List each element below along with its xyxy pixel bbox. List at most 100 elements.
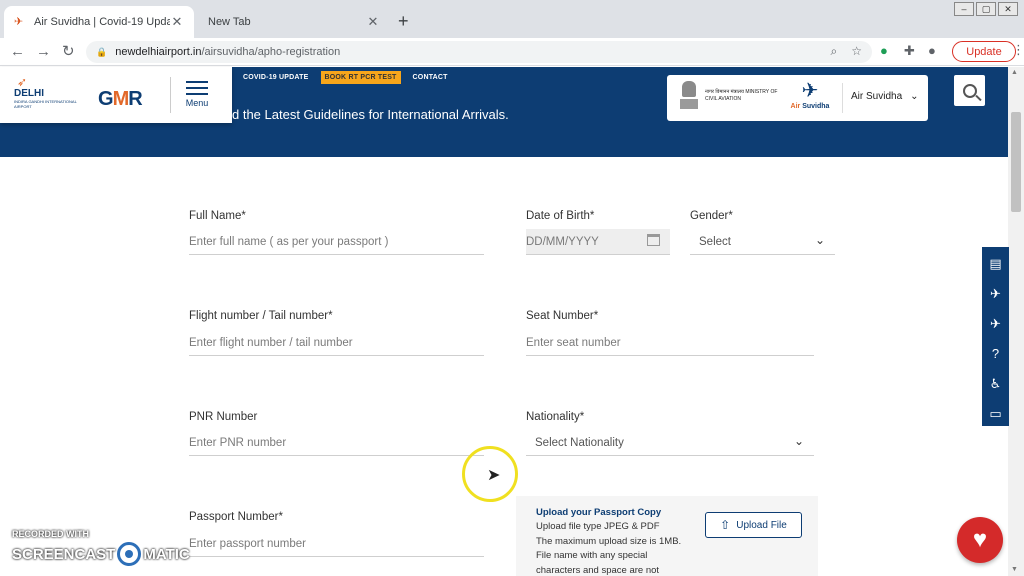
pnr-number-label: PNR Number (189, 411, 258, 423)
air-suvidha-plane-icon: ✈ (801, 80, 819, 102)
mouse-pointer-icon: ➤ (487, 467, 501, 484)
logo-card: ➶ DELHI INDIRA GANDHI INTERNATIONAL AIRP… (0, 67, 232, 123)
screencast-logo-icon (117, 542, 142, 566)
plane-departure-icon[interactable]: ✈ (982, 316, 1009, 332)
nationality-select[interactable]: Select Nationality ⌄ (526, 430, 814, 456)
upload-file-label: Upload File (736, 519, 787, 531)
portal-select[interactable]: Air Suvidha ⌄ (851, 91, 919, 102)
url-host: newdelhiairport.in (115, 46, 202, 58)
calendar-icon[interactable] (647, 234, 660, 246)
site-search-button[interactable] (954, 75, 985, 106)
url-path: /airsuvidha/apho-registration (201, 46, 341, 58)
nav-book-rt-pcr-test[interactable]: BOOK RT PCR TEST (320, 71, 401, 84)
gmr-logo[interactable]: GMR (98, 88, 143, 110)
full-name-input[interactable]: Enter full name ( as per your passport ) (189, 229, 484, 255)
dob-input[interactable]: DD/MM/YYYY (526, 229, 670, 255)
gender-label: Gender* (690, 210, 733, 222)
pnr-number-input[interactable]: Enter PNR number (189, 430, 484, 456)
back-arrow-icon[interactable]: ← (10, 43, 25, 61)
zoom-icon[interactable]: ⌕ (831, 44, 838, 59)
close-window-icon[interactable]: ✕ (998, 2, 1018, 16)
delhi-logo-word: DELHI (14, 88, 44, 99)
upload-info-line: Upload file type JPEG & PDF (536, 521, 660, 532)
upload-file-button[interactable]: ⇧ Upload File (705, 512, 802, 538)
page-headline: d the Latest Guidelines for Internationa… (232, 107, 509, 122)
browser-tabbar: ✈ Air Suvidha | Covid-19 Update | C ✕ Ne… (0, 0, 1024, 38)
delhi-logo-sub: INDIRA GANDHI INTERNATIONAL AIRPORT (14, 99, 77, 109)
screencast-watermark: SCREENCAST MATIC (12, 542, 190, 566)
reload-icon[interactable]: ↻ (62, 43, 75, 61)
watermark-right: MATIC (143, 545, 190, 563)
divider (842, 83, 843, 113)
gmr-logo-m: M (112, 88, 130, 110)
nationality-label: Nationality* (526, 411, 585, 423)
nav-contact[interactable]: CONTACT (413, 74, 448, 81)
dob-label: Date of Birth* (526, 210, 595, 222)
search-icon (962, 83, 977, 98)
address-bar[interactable]: 🔒 newdelhiairport.in/airsuvidha/apho-reg… (86, 41, 872, 63)
accessibility-icon[interactable]: ♿ (982, 376, 1009, 392)
delhi-airport-logo[interactable]: ➶ DELHI INDIRA GANDHI INTERNATIONAL AIRP… (14, 76, 84, 116)
seat-number-label: Seat Number* (526, 310, 599, 322)
passport-number-input[interactable]: Enter passport number (189, 531, 484, 557)
air-suvidha-logo-b: Suvidha (802, 103, 830, 110)
upload-info-line: The maximum upload size is 1MB. (536, 536, 682, 547)
gender-select[interactable]: Select ⌄ (690, 229, 835, 255)
nav-covid-update[interactable]: COVID-19 UPDATE (243, 74, 309, 81)
forward-arrow-icon[interactable]: → (36, 43, 51, 61)
close-tab-icon[interactable]: ✕ (366, 14, 380, 30)
seat-number-input[interactable]: Enter seat number (526, 330, 814, 356)
new-tab-button[interactable]: + (398, 12, 409, 30)
flight-number-label: Flight number / Tail number* (189, 310, 333, 322)
upload-info-line: characters and space are not (536, 565, 660, 576)
gender-value: Select (699, 235, 731, 248)
national-emblem-icon (679, 79, 699, 115)
air-suvidha-logo: ✈ Air Suvidha (787, 79, 833, 117)
window-controls: – ▢ ✕ (954, 2, 1018, 16)
document-icon[interactable]: ▤ (982, 256, 1009, 272)
browser-menu-icon[interactable]: ⋮ (1012, 42, 1024, 58)
passport-number-label: Passport Number* (189, 511, 283, 523)
close-tab-icon[interactable]: ✕ (170, 14, 184, 30)
scroll-thumb[interactable] (1011, 112, 1021, 212)
divider (170, 77, 171, 113)
site-favicon-icon: ✈ (14, 16, 24, 28)
extensions-puzzle-icon[interactable]: ✚ (904, 42, 915, 60)
ministry-text: नागर विमानन मंत्रालय MINISTRY OF CIVIL A… (705, 89, 778, 102)
portal-select-value: Air Suvidha (851, 91, 903, 102)
flight-number-input[interactable]: Enter flight number / tail number (189, 330, 484, 356)
gmr-logo-g: G (98, 88, 114, 110)
full-name-label: Full Name* (189, 210, 246, 222)
favorite-heart-button[interactable]: ♥ (957, 517, 1003, 563)
browser-update-button[interactable]: Update (952, 41, 1016, 62)
chat-icon[interactable]: ▭ (982, 406, 1009, 422)
grammarly-extension-icon[interactable]: ● (880, 42, 888, 60)
menu-button[interactable]: Menu (180, 81, 214, 108)
upload-title: Upload your Passport Copy (536, 507, 662, 518)
scroll-down-icon[interactable]: ▼ (1011, 566, 1018, 573)
tab-air-suvidha[interactable]: ✈ Air Suvidha | Covid-19 Update | C ✕ (4, 6, 194, 38)
upload-info-line: File name with any special (536, 550, 648, 561)
heart-icon: ♥ (972, 526, 988, 553)
top-nav: COVID-19 UPDATE BOOK RT PCR TEST CONTACT (243, 71, 448, 84)
browser-toolbar: ← → ↻ 🔒 newdelhiairport.in/airsuvidha/ap… (0, 38, 1024, 66)
chevron-down-icon: ⌄ (793, 434, 804, 448)
dob-placeholder: DD/MM/YYYY (526, 235, 599, 248)
ministry-card: नागर विमानन मंत्रालय MINISTRY OF CIVIL A… (667, 75, 928, 121)
gmr-logo-r: R (128, 88, 142, 110)
profile-avatar-icon[interactable]: ● (928, 42, 936, 60)
scroll-up-icon[interactable]: ▲ (1011, 69, 1018, 76)
help-icon[interactable]: ? (982, 346, 1009, 362)
hamburger-icon (186, 81, 208, 95)
chevron-down-icon: ⌄ (910, 91, 919, 102)
delhi-plane-icon: ➶ (17, 75, 28, 89)
maximize-icon[interactable]: ▢ (976, 2, 996, 16)
chevron-down-icon: ⌄ (814, 233, 825, 247)
plane-arrival-icon[interactable]: ✈ (982, 286, 1009, 302)
watermark-left: SCREENCAST (12, 545, 116, 563)
tab-new-tab[interactable]: New Tab ✕ (198, 6, 390, 38)
menu-label: Menu (185, 98, 209, 108)
bookmark-star-icon[interactable]: ☆ (851, 44, 862, 59)
minimize-icon[interactable]: – (954, 2, 974, 16)
air-suvidha-logo-a: Air (790, 103, 803, 110)
